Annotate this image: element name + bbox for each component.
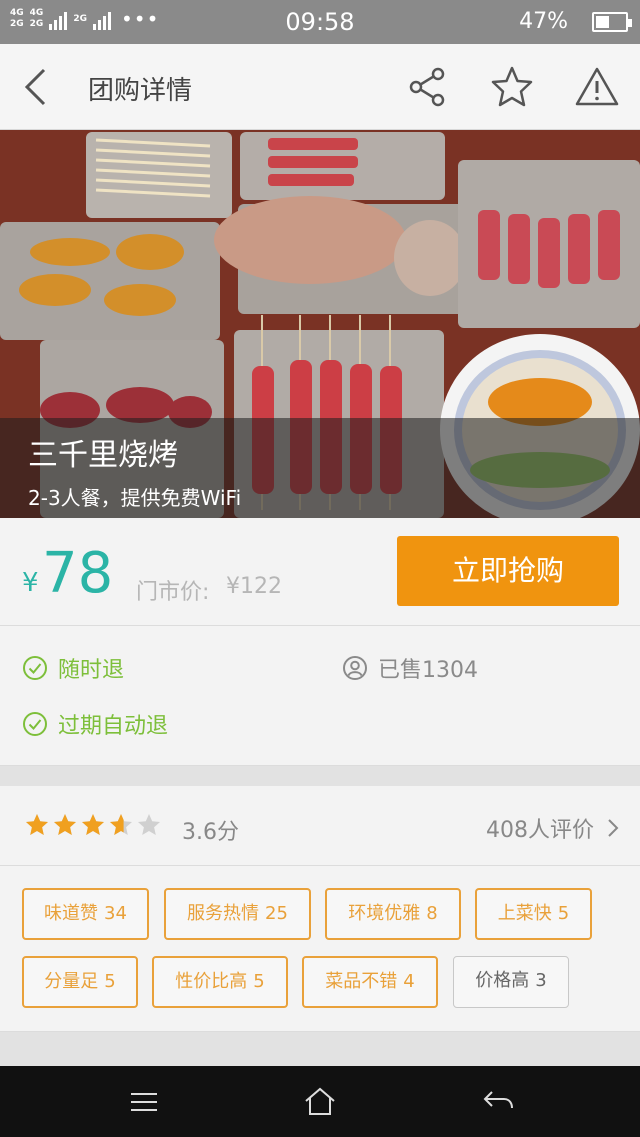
check-circle-icon: [23, 712, 47, 736]
price-section: ¥ 78 门市价: ¥122 立即抢购: [0, 518, 640, 626]
review-tag[interactable]: 味道赞 34: [22, 888, 149, 940]
review-tag[interactable]: 服务热情 25: [164, 888, 311, 940]
app-header: 团购详情: [0, 44, 640, 130]
review-tag[interactable]: 菜品不错 4: [302, 956, 438, 1008]
review-count: 408人评价: [486, 818, 594, 843]
page-title: 团购详情: [88, 76, 193, 106]
warning-icon: [575, 67, 619, 106]
tag-count: 4: [403, 971, 415, 992]
check-circle-icon: [23, 656, 47, 680]
tag-count: 5: [104, 971, 116, 992]
star-icon: [82, 814, 104, 835]
tag-count: 34: [104, 903, 127, 924]
tag-count: 5: [253, 971, 265, 992]
rating-stars: [24, 812, 162, 838]
rating-row[interactable]: 3.6分 408人评价: [0, 786, 640, 866]
share-button[interactable]: [402, 62, 452, 112]
tag-label: 菜品不错: [325, 971, 398, 992]
tag-label: 分量足: [44, 971, 99, 992]
status-bar: 4G 2G 4G 2G 2G ••• 09:58 47%: [0, 0, 640, 44]
review-tag[interactable]: 环境优雅 8: [325, 888, 461, 940]
buy-now-button[interactable]: 立即抢购: [397, 536, 619, 606]
star-icon: [110, 814, 132, 835]
refund-expired: 过期自动退: [22, 708, 168, 740]
refund-anytime-label: 随时退: [58, 658, 125, 683]
star-icon: [26, 814, 48, 835]
tag-label: 服务热情: [187, 903, 260, 924]
deal-hero-image[interactable]: 三千里烧烤 2-3人餐，提供免费WiFi: [0, 130, 640, 518]
review-tag[interactable]: 分量足 5: [22, 956, 138, 1008]
deal-price: 78: [42, 541, 114, 606]
back-button[interactable]: [14, 62, 64, 112]
tag-label: 环境优雅: [348, 903, 421, 924]
sold-count: 已售1304: [342, 652, 478, 684]
system-nav-bar: [0, 1066, 640, 1137]
shop-name: 三千里烧烤: [28, 438, 178, 473]
star-icon: [138, 814, 160, 835]
battery-percent: 47%: [519, 9, 568, 34]
menu-icon: [131, 1093, 157, 1111]
back-icon: [24, 68, 46, 106]
share-icon: [409, 67, 445, 107]
chevron-right-icon: [608, 819, 619, 837]
section-divider: [0, 1032, 640, 1066]
favorite-button[interactable]: [487, 62, 537, 112]
deal-description: 2-3人餐，提供免费WiFi: [28, 486, 242, 510]
guarantee-section: 随时退 过期自动退 已售1304: [0, 626, 640, 766]
rating-score: 3.6分: [182, 820, 239, 845]
report-button[interactable]: [572, 62, 622, 112]
original-price: ¥122: [226, 574, 282, 599]
refund-anytime: 随时退: [22, 652, 124, 684]
tag-label: 性价比高: [175, 971, 248, 992]
tag-count: 3: [535, 970, 547, 991]
section-divider: [0, 766, 640, 786]
star-icon: [54, 814, 76, 835]
star-icon: [491, 66, 533, 107]
sold-count-label: 已售1304: [378, 658, 478, 683]
user-icon: [343, 656, 367, 680]
tag-count: 5: [557, 903, 570, 924]
original-price-label: 门市价:: [136, 580, 210, 605]
menu-button[interactable]: [126, 1084, 162, 1120]
home-icon: [305, 1087, 335, 1115]
back-nav-button[interactable]: [480, 1084, 516, 1120]
tag-count: 25: [265, 903, 288, 924]
tag-count: 8: [426, 903, 438, 924]
review-tag[interactable]: 性价比高 5: [152, 956, 288, 1008]
review-tag[interactable]: 上菜快 5: [475, 888, 592, 940]
reviews-link[interactable]: 408人评价: [486, 812, 620, 844]
back-arrow-icon: [483, 1091, 513, 1109]
refund-expired-label: 过期自动退: [58, 714, 169, 739]
tag-label: 价格高: [475, 970, 530, 991]
currency-symbol: ¥: [22, 568, 39, 598]
review-tag[interactable]: 价格高 3: [453, 956, 569, 1008]
battery-icon: [592, 12, 632, 32]
review-tags: 味道赞 34 服务热情 25 环境优雅 8 上菜快 5 分量足 5 性价比高 5 菜品不错 4…: [0, 866, 640, 1032]
tag-label: 味道赞: [44, 903, 99, 924]
tag-label: 上菜快: [497, 903, 552, 924]
home-button[interactable]: [302, 1084, 338, 1120]
